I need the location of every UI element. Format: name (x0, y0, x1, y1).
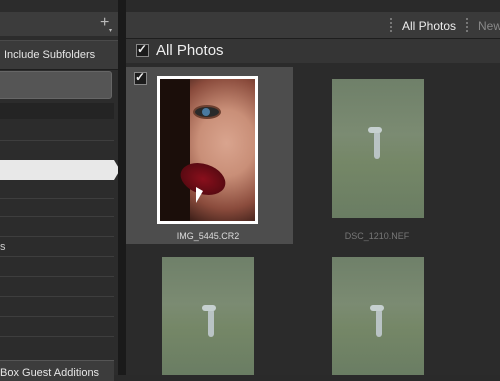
grip-icon (390, 18, 394, 32)
photo-filename: DSC_1210.NEF (344, 231, 410, 241)
section-separator (0, 103, 114, 119)
guest-additions-button[interactable]: Box Guest Additions (0, 360, 114, 381)
photo-thumbnail[interactable] (332, 79, 424, 218)
new-tab[interactable]: New (478, 19, 500, 33)
left-panel: + ▾ Include Subfolders s Box Guest Additi… (0, 0, 120, 381)
add-icon[interactable]: + ▾ (100, 15, 114, 35)
selected-folder-row[interactable] (0, 160, 120, 180)
panel-divider[interactable] (118, 0, 126, 375)
photo-cell[interactable] (293, 244, 460, 375)
photo-grid: IMG_5445.CR2 DSC_1210.NEF (126, 63, 500, 375)
eye-region (193, 105, 221, 119)
select-all-checkbox[interactable] (136, 42, 149, 57)
row-divider (0, 216, 114, 217)
photo-cell[interactable] (126, 244, 293, 375)
folder-row-label[interactable]: s (0, 241, 6, 253)
grid-title: All Photos (156, 42, 224, 59)
photo-thumbnail[interactable] (157, 76, 258, 224)
row-divider (0, 198, 114, 199)
guest-additions-label: Box Guest Additions (0, 367, 100, 379)
photo-cell[interactable]: IMG_5445.CR2 (126, 67, 293, 244)
row-divider (0, 256, 114, 257)
all-photos-tab[interactable]: All Photos (402, 19, 456, 33)
heron-figure (370, 305, 384, 337)
include-subfolders-row[interactable]: Include Subfolders (0, 40, 118, 70)
portrait-image (160, 79, 255, 221)
include-subfolders-label: Include Subfolders (4, 49, 96, 61)
row-divider (0, 316, 114, 317)
photo-filename: IMG_5445.CR2 (176, 231, 240, 241)
grid-header: All Photos (126, 39, 500, 63)
row-divider (0, 296, 114, 297)
source-field[interactable] (0, 71, 112, 99)
grip-icon (466, 18, 470, 32)
row-divider (0, 336, 114, 337)
row-divider (0, 236, 114, 237)
row-divider (0, 276, 114, 277)
hair-region (160, 79, 190, 221)
heron-figure (368, 127, 382, 159)
photo-thumbnail[interactable] (332, 257, 424, 375)
photo-cell[interactable]: DSC_1210.NEF (293, 67, 460, 244)
photo-checkbox[interactable] (134, 70, 147, 85)
photo-thumbnail[interactable] (162, 257, 254, 375)
mouse-cursor-icon (196, 187, 203, 203)
heron-figure (202, 305, 216, 337)
top-navigation: All Photos New (126, 12, 500, 39)
row-divider (0, 140, 114, 141)
